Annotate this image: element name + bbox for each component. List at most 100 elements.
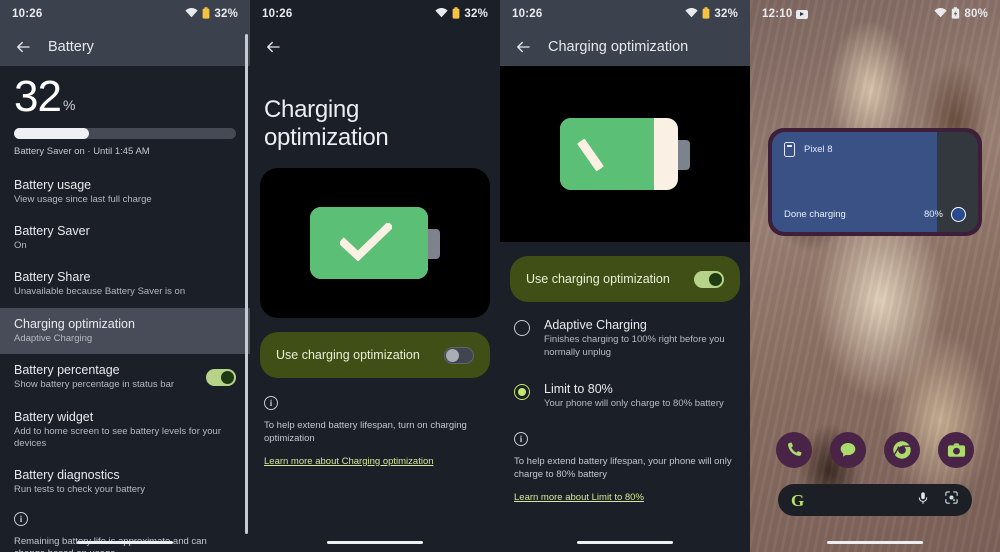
use-charging-optimization-row[interactable]: Use charging optimization <box>260 332 490 378</box>
battery-percentage-toggle[interactable] <box>206 368 236 386</box>
settings-list: Battery usage View usage since last full … <box>0 169 250 506</box>
wifi-icon <box>185 7 198 21</box>
app-bar <box>250 28 500 66</box>
battery-cap <box>427 229 440 259</box>
battery-body <box>560 118 678 190</box>
clock-label: 10:26 <box>12 8 43 20</box>
learn-more-link[interactable]: Learn more about Charging optimization <box>264 456 434 467</box>
settings-row-title: Battery percentage <box>14 363 120 378</box>
phone-app-icon[interactable] <box>776 432 812 468</box>
battery-level-symbol: % <box>62 96 76 113</box>
settings-row[interactable]: Charging optimization Adaptive Charging <box>0 307 250 355</box>
wallpaper-texture <box>750 0 1000 552</box>
battery-percent-label: 32% <box>464 8 488 20</box>
settings-row-title: Charging optimization <box>14 316 135 331</box>
app-dock <box>750 432 1000 468</box>
settings-row-text: Battery widget Add to home screen to see … <box>14 410 236 451</box>
radio-button-icon[interactable] <box>514 320 530 336</box>
back-arrow-icon[interactable] <box>514 38 532 56</box>
use-charging-optimization-label: Use charging optimization <box>276 348 420 362</box>
settings-row-subtitle: Run tests to check your battery <box>14 484 145 496</box>
panel-charging-optimization-on: 10:26 32% Charging optimization Use char… <box>500 0 750 552</box>
battery-cap <box>677 140 690 170</box>
use-charging-optimization-toggle[interactable] <box>444 346 474 364</box>
panel1-header: 10:26 32% Battery <box>0 0 250 66</box>
phone-device-icon <box>784 142 795 157</box>
google-lens-icon[interactable] <box>944 490 959 510</box>
battery-charging-icon <box>951 6 960 22</box>
screenshot-strip: 10:26 32% Battery 32 % Battery Saver on … <box>0 0 1000 552</box>
battery-saver-icon <box>202 6 210 22</box>
nav-gesture-pill[interactable] <box>827 540 923 544</box>
settings-row-subtitle: On <box>14 240 27 252</box>
settings-row[interactable]: Battery usage View usage since last full … <box>0 169 250 215</box>
battery-percent-label: 32% <box>714 8 738 20</box>
microphone-icon[interactable] <box>916 490 930 511</box>
battery-level-value: 32 <box>14 72 62 121</box>
settings-row[interactable]: Battery percentage Show battery percentag… <box>0 354 250 400</box>
camera-app-icon[interactable] <box>938 432 974 468</box>
settings-row-subtitle: Add to home screen to see battery levels… <box>14 425 221 449</box>
check-icon <box>338 221 394 262</box>
settings-row[interactable]: Battery Share Unavailable because Battery… <box>0 261 250 307</box>
battery-saver-icon <box>452 6 460 22</box>
settings-row[interactable]: Battery widget Add to home screen to see … <box>0 401 250 460</box>
nav-gesture-pill[interactable] <box>77 540 173 544</box>
app-bar: Charging optimization <box>500 28 750 66</box>
status-bar-left: 10:26 <box>512 8 542 20</box>
status-bar-left: 10:26 <box>262 8 292 20</box>
footer-note: i Remaining battery life is approximate … <box>0 506 250 552</box>
wifi-icon <box>685 7 698 21</box>
back-arrow-icon[interactable] <box>14 38 32 56</box>
panel2-header: 10:26 32% <box>250 0 500 66</box>
settings-row-subtitle: Unavailable because Battery Saver is on <box>14 286 186 298</box>
settings-row[interactable]: Battery Saver On <box>0 215 250 261</box>
status-bar-left: 10:26 <box>12 8 42 20</box>
battery-saver-caption: Battery Saver on · Until 1:45 AM <box>14 145 150 157</box>
battery-widget[interactable]: Pixel 8 Done charging 80% <box>768 128 982 236</box>
nav-gesture-pill[interactable] <box>327 540 423 544</box>
wifi-icon <box>934 7 947 21</box>
status-bar-right: 80% <box>934 6 988 22</box>
nav-gesture-pill[interactable] <box>577 540 673 544</box>
wifi-icon <box>435 7 448 21</box>
battery-graphic <box>560 118 690 190</box>
radio-option-title: Limit to 80% <box>544 381 613 396</box>
panel3-header: 10:26 32% Charging optimization <box>500 0 750 66</box>
battery-partial-illustration <box>500 66 750 242</box>
back-arrow-icon[interactable] <box>264 38 282 56</box>
settings-row-text: Battery Share Unavailable because Battery… <box>14 270 236 298</box>
settings-row[interactable]: Battery diagnostics Run tests to check yo… <box>0 459 250 505</box>
use-charging-optimization-toggle[interactable] <box>694 270 724 288</box>
info-icon: i <box>514 432 528 447</box>
settings-row-title: Battery diagnostics <box>14 468 120 483</box>
status-bar: 12:10 80% <box>750 0 1000 28</box>
battery-fill <box>560 118 655 190</box>
panel-battery-settings: 10:26 32% Battery 32 % Battery Saver on … <box>0 0 250 552</box>
scrollbar[interactable] <box>245 34 248 534</box>
battery-widget-header: Pixel 8 <box>784 142 833 157</box>
settings-row-title: Battery Saver <box>14 224 90 239</box>
google-search-bar[interactable]: G <box>778 484 972 516</box>
radio-option-row[interactable]: Adaptive Charging Finishes charging to 10… <box>514 318 736 360</box>
battery-widget-readout: 80% <box>924 207 966 222</box>
radio-option-row[interactable]: Limit to 80% Your phone will only charge … <box>514 382 736 411</box>
radio-option-subtitle: Your phone will only charge to 80% batte… <box>544 397 724 409</box>
google-g-icon: G <box>791 490 805 510</box>
clock-label: 10:26 <box>262 8 293 20</box>
radio-button-icon[interactable] <box>514 383 530 400</box>
page-title: Charging optimization <box>548 39 689 55</box>
messages-app-icon[interactable] <box>830 432 866 468</box>
charging-mode-radio-group: Adaptive Charging Finishes charging to 10… <box>500 302 750 410</box>
search-bar-actions <box>916 490 959 511</box>
settings-row-title: Battery widget <box>14 409 94 424</box>
settings-row-text: Battery diagnostics Run tests to check yo… <box>14 468 236 496</box>
use-charging-optimization-row[interactable]: Use charging optimization <box>510 256 740 302</box>
settings-row-subtitle: View usage since last full charge <box>14 193 152 205</box>
settings-row-subtitle: Show battery percentage in status bar <box>14 379 175 391</box>
media-notification-icon <box>796 9 809 19</box>
learn-more-link[interactable]: Learn more about Limit to 80% <box>514 492 644 503</box>
battery-level-bar <box>14 127 236 139</box>
panel-home-screen: 12:10 80% Pixel 8 Done charging 80% G <box>750 0 1000 552</box>
chrome-app-icon[interactable] <box>884 432 920 468</box>
